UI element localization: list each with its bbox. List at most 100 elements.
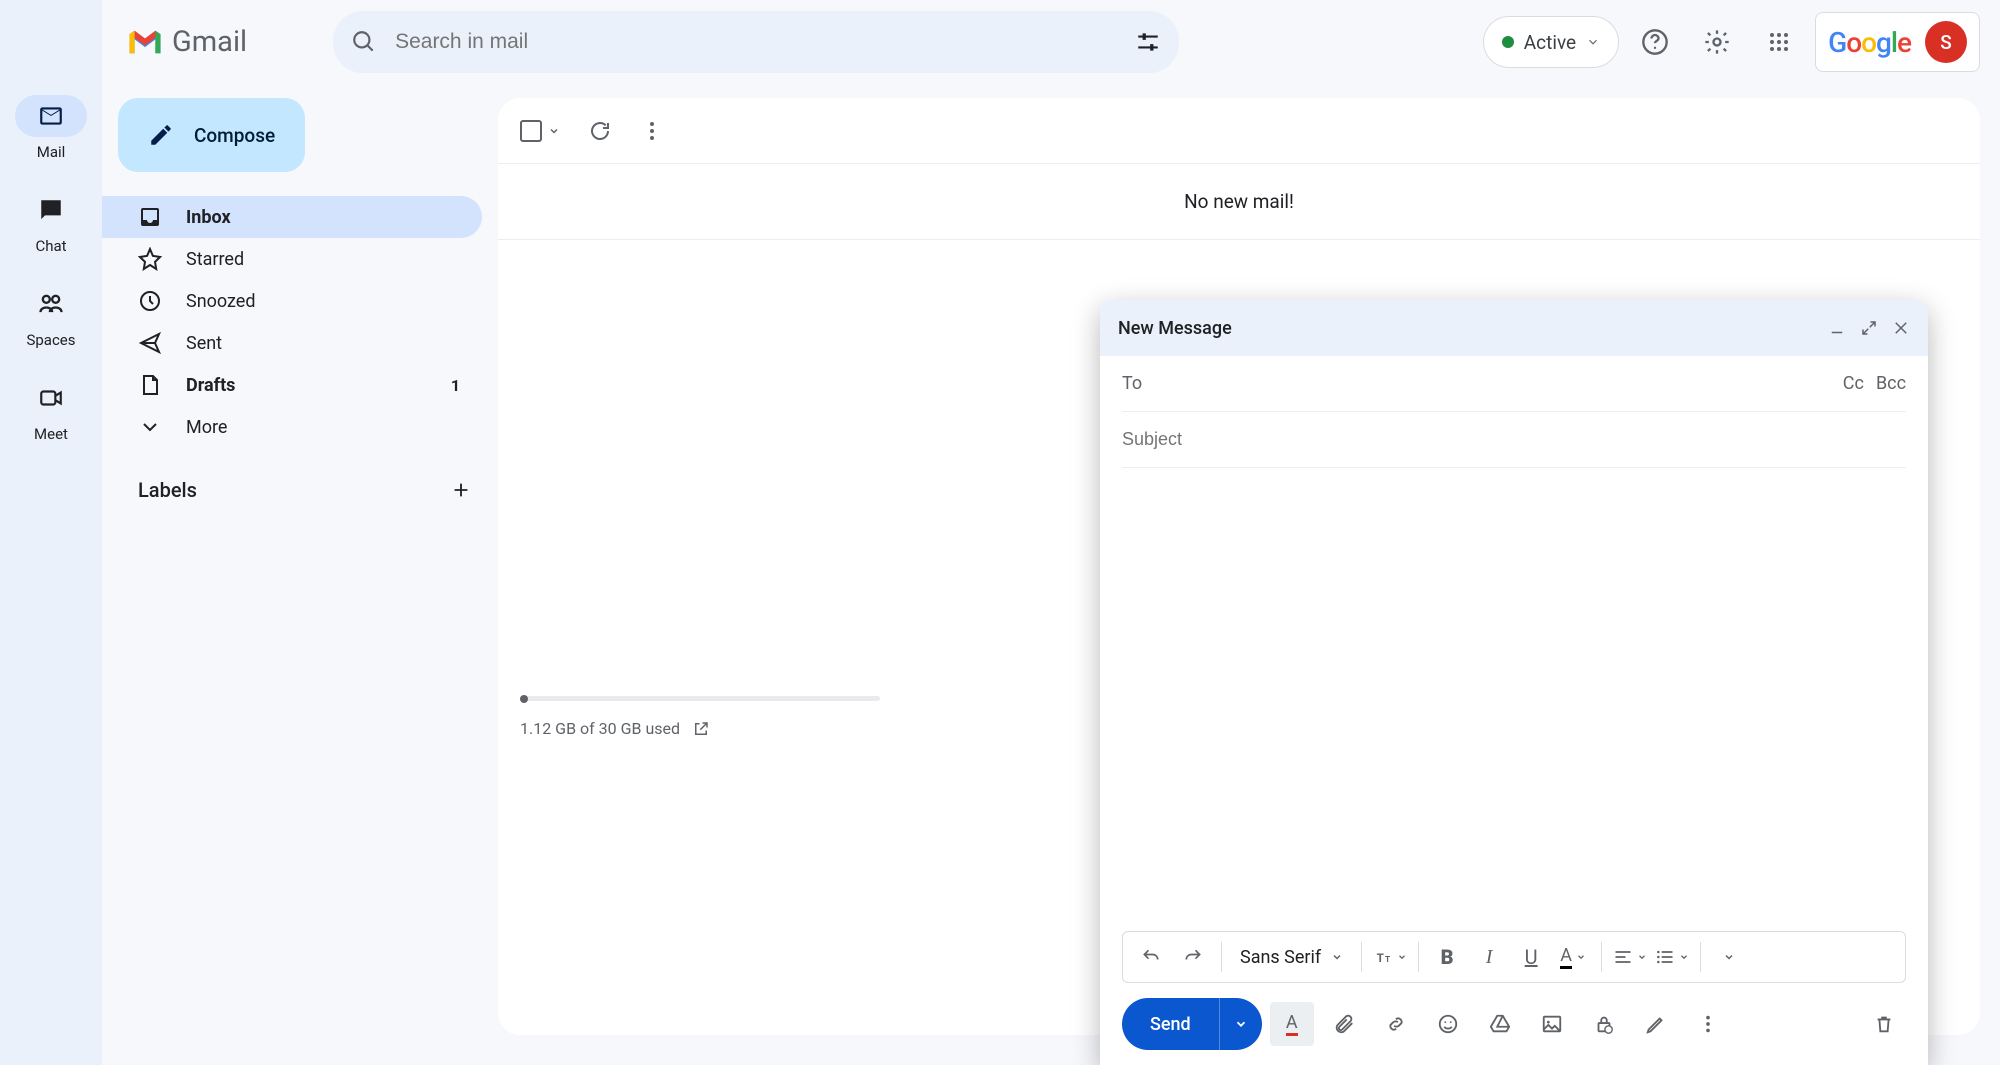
folder-label: More — [186, 417, 227, 438]
rail-label-chat: Chat — [35, 237, 66, 255]
bold-button[interactable]: B — [1427, 937, 1467, 977]
more-formatting-button[interactable] — [1709, 937, 1749, 977]
search-bar[interactable] — [333, 11, 1179, 73]
open-in-new-icon[interactable] — [692, 720, 710, 738]
minimize-icon[interactable] — [1828, 319, 1846, 337]
attach-button[interactable] — [1322, 1002, 1366, 1046]
folder-more[interactable]: More — [102, 406, 482, 448]
folder-drafts[interactable]: Drafts 1 — [102, 364, 482, 406]
chevron-down-icon — [1679, 952, 1689, 962]
to-input[interactable] — [1156, 373, 1829, 394]
drive-button[interactable] — [1478, 1002, 1522, 1046]
empty-state-message: No new mail! — [498, 164, 1980, 240]
spaces-icon — [37, 290, 65, 318]
font-size-icon: TT — [1373, 947, 1397, 967]
rail-item-spaces[interactable]: Spaces — [15, 283, 87, 349]
compose-button[interactable]: Compose — [118, 98, 305, 172]
attachment-icon — [1333, 1013, 1355, 1035]
add-label-button[interactable] — [450, 479, 472, 501]
labels-heading: Labels — [138, 478, 197, 502]
compose-footer: Send A — [1100, 983, 1928, 1065]
chevron-down-icon — [548, 125, 560, 137]
search-options-icon[interactable] — [1135, 29, 1161, 55]
subject-field-row[interactable] — [1122, 412, 1906, 468]
rail-item-meet[interactable]: Meet — [15, 377, 87, 443]
support-button[interactable] — [1629, 16, 1681, 68]
font-name: Sans Serif — [1240, 947, 1321, 968]
image-button[interactable] — [1530, 1002, 1574, 1046]
undo-button[interactable] — [1131, 937, 1171, 977]
signature-button[interactable] — [1634, 1002, 1678, 1046]
folder-label: Starred — [186, 249, 244, 270]
settings-button[interactable] — [1691, 16, 1743, 68]
refresh-button[interactable] — [588, 119, 612, 143]
mail-icon — [38, 103, 64, 129]
redo-button[interactable] — [1173, 937, 1213, 977]
compose-body[interactable] — [1100, 468, 1928, 931]
close-icon[interactable] — [1892, 319, 1910, 337]
folder-count: 1 — [451, 376, 460, 395]
link-button[interactable] — [1374, 1002, 1418, 1046]
folder-label: Snoozed — [186, 291, 256, 312]
cc-button[interactable]: Cc — [1843, 373, 1864, 394]
folder-inbox[interactable]: Inbox — [102, 196, 482, 238]
emoji-button[interactable] — [1426, 1002, 1470, 1046]
status-chip[interactable]: Active — [1483, 16, 1619, 68]
folder-sent[interactable]: Sent — [102, 322, 482, 364]
plus-icon — [450, 479, 472, 501]
text-color-button[interactable]: A — [1553, 937, 1593, 977]
bcc-button[interactable]: Bcc — [1876, 373, 1906, 394]
rail-label-mail: Mail — [37, 143, 66, 161]
formatting-toggle-button[interactable]: A — [1270, 1002, 1314, 1046]
svg-text:T: T — [1377, 951, 1384, 965]
compose-header[interactable]: New Message — [1100, 300, 1928, 356]
apps-button[interactable] — [1753, 16, 1805, 68]
folder-label: Sent — [186, 333, 222, 354]
drive-icon — [1489, 1013, 1511, 1035]
to-field-row[interactable]: To Cc Bcc — [1122, 356, 1906, 412]
app-rail: Mail Chat Spaces Meet — [0, 0, 102, 1065]
gmail-logo[interactable]: Gmail — [126, 25, 247, 59]
search-input[interactable] — [395, 30, 1117, 54]
lock-clock-icon — [1593, 1013, 1615, 1035]
mail-toolbar — [498, 98, 1980, 164]
chevron-down-icon — [1723, 951, 1735, 963]
chevron-down-icon — [1331, 951, 1343, 963]
send-button[interactable]: Send — [1122, 998, 1262, 1050]
font-size-button[interactable]: TT — [1370, 937, 1410, 977]
list-button[interactable] — [1652, 937, 1692, 977]
gmail-logo-icon — [126, 27, 164, 57]
confidential-button[interactable] — [1582, 1002, 1626, 1046]
send-label: Send — [1150, 1014, 1191, 1035]
rail-item-chat[interactable]: Chat — [15, 189, 87, 255]
italic-button[interactable]: I — [1469, 937, 1509, 977]
folder-starred[interactable]: Starred — [102, 238, 482, 280]
folder-snoozed[interactable]: Snoozed — [102, 280, 482, 322]
more-options-button[interactable] — [1686, 1002, 1730, 1046]
underline-button[interactable]: U — [1511, 937, 1551, 977]
subject-input[interactable] — [1122, 429, 1906, 450]
discard-button[interactable] — [1862, 1002, 1906, 1046]
drafts-icon — [138, 373, 162, 397]
rail-item-mail[interactable]: Mail — [15, 95, 87, 161]
clock-icon — [138, 289, 162, 313]
google-account-box[interactable]: Google S — [1815, 12, 1980, 72]
apps-grid-icon — [1767, 30, 1791, 54]
select-all-checkbox[interactable] — [520, 120, 560, 142]
font-selector[interactable]: Sans Serif — [1230, 947, 1353, 968]
star-icon — [138, 247, 162, 271]
pen-icon — [1645, 1013, 1667, 1035]
align-button[interactable] — [1610, 937, 1650, 977]
more-button[interactable] — [640, 119, 664, 143]
refresh-icon — [588, 119, 612, 143]
send-options-button[interactable] — [1219, 998, 1262, 1050]
avatar[interactable]: S — [1925, 21, 1967, 63]
undo-icon — [1141, 947, 1161, 967]
search-icon — [351, 29, 377, 55]
status-dot-icon — [1502, 36, 1514, 48]
formatting-toolbar: Sans Serif TT B I U A — [1122, 931, 1906, 983]
redo-icon — [1183, 947, 1203, 967]
fullscreen-icon[interactable] — [1860, 319, 1878, 337]
sidebar: Compose Inbox Starred Snoozed Sent Draft… — [102, 84, 498, 502]
chevron-down-icon — [1397, 952, 1407, 962]
